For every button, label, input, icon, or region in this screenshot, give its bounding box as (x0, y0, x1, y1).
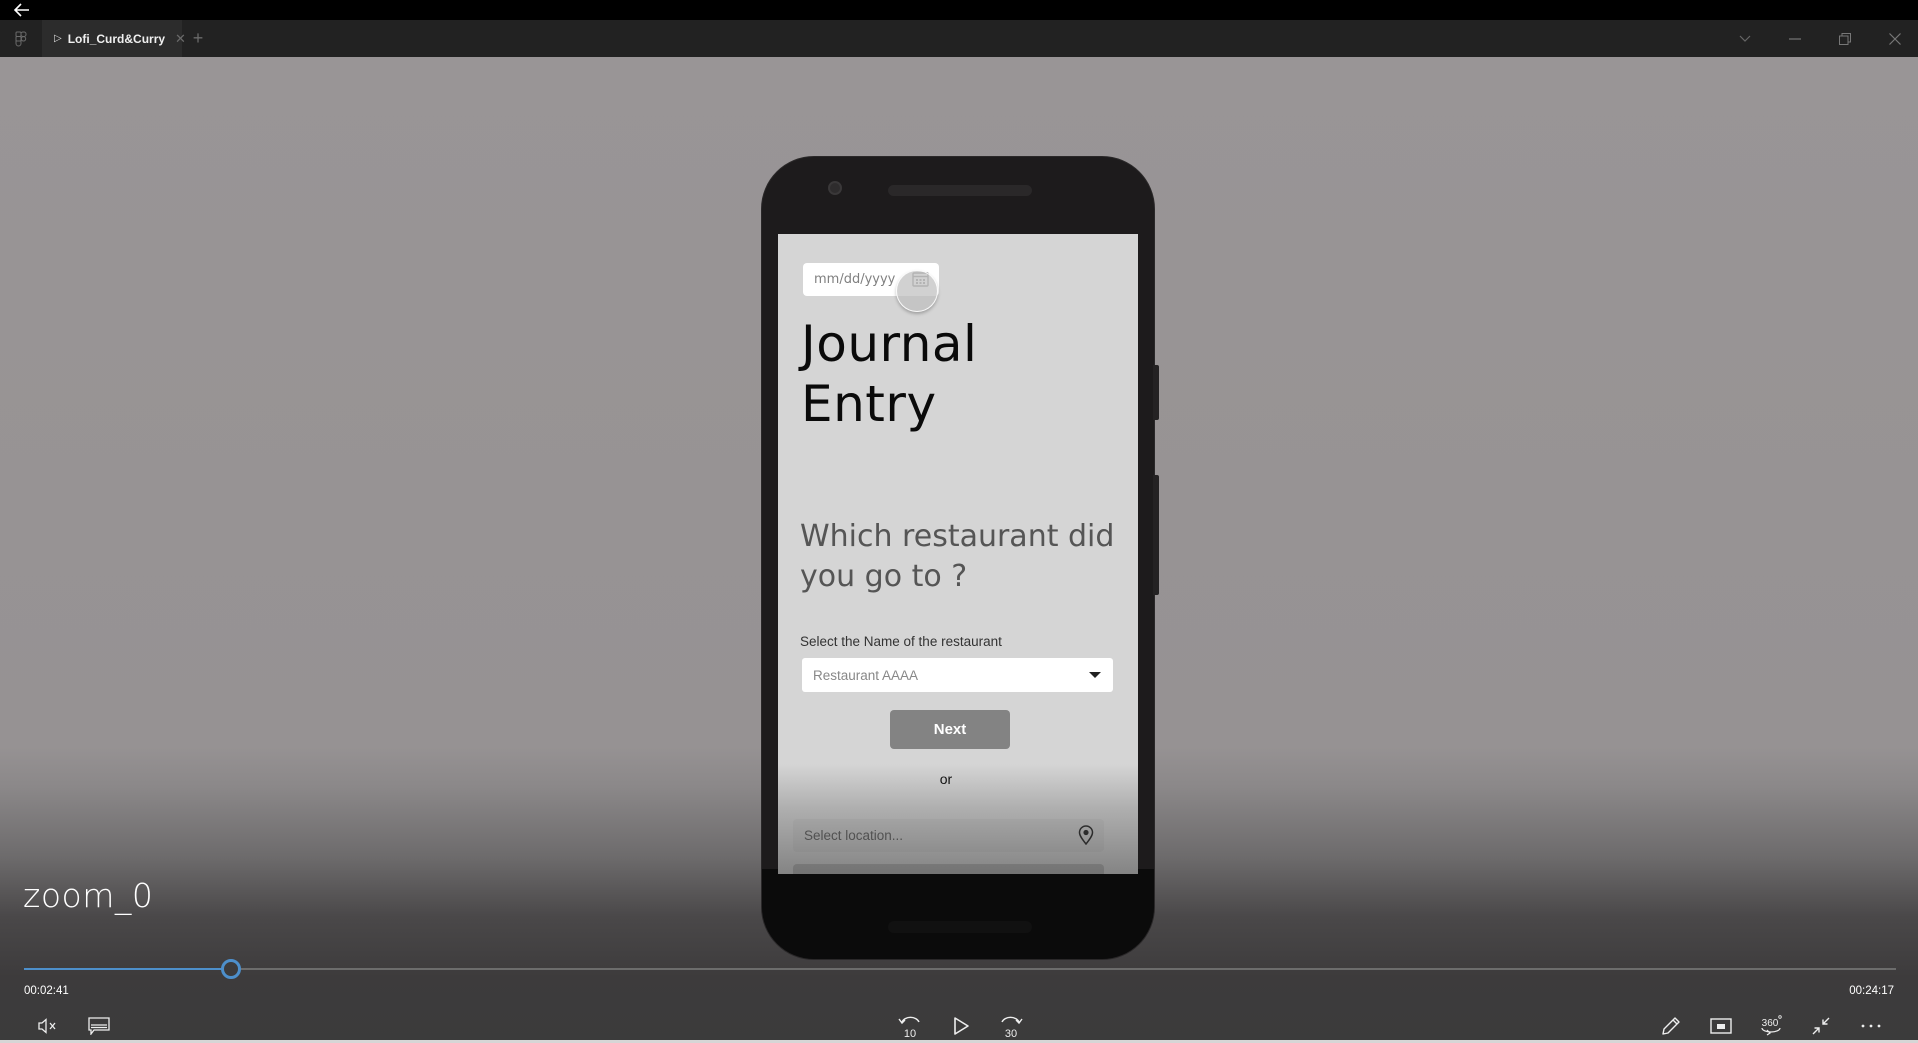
more-icon (1861, 1024, 1881, 1028)
play-prototype-icon: ▷ (54, 33, 62, 44)
captions-icon (88, 1017, 110, 1035)
question-heading: Which restaurant did you go to ? (800, 519, 1115, 594)
tab-bar: ▷ Lofi_Curd&Curry ✕ + (0, 20, 1918, 57)
view-360-button[interactable]: 360 (1756, 1011, 1786, 1041)
miniplayer-icon (1710, 1018, 1732, 1034)
touch-indicator (896, 270, 938, 312)
forward-30-icon: 30 (1001, 1016, 1023, 1039)
title-bar (0, 0, 1918, 20)
minimize-icon (1789, 37, 1801, 40)
volume-muted-icon (38, 1018, 56, 1034)
tabs-dropdown-button[interactable] (1725, 20, 1765, 57)
captions-button[interactable] (84, 1011, 114, 1041)
restaurant-select[interactable]: Restaurant AAAA (802, 658, 1113, 692)
exit-fullscreen-icon (1812, 1017, 1830, 1035)
svg-text:30: 30 (1005, 1028, 1017, 1039)
play-button[interactable] (946, 1011, 976, 1041)
seek-bar-thumb[interactable] (220, 959, 241, 979)
pen-button[interactable] (1656, 1011, 1686, 1041)
restaurant-select-value: Restaurant AAAA (813, 667, 919, 683)
pen-icon (1662, 1017, 1680, 1035)
view-360-icon: 360 (1761, 1015, 1782, 1036)
restore-icon (1839, 32, 1851, 45)
video-stage: mm/dd/yyyy Journal Entry Which restauran… (0, 57, 1918, 1043)
new-tab-button[interactable]: + (188, 20, 208, 57)
restore-button[interactable] (1825, 20, 1865, 57)
location-pin-icon (1078, 825, 1094, 845)
media-player-window: ▷ Lofi_Curd&Curry ✕ + mm/dd/yyyy Journal… (0, 0, 1918, 1043)
figma-logo-icon (15, 31, 27, 46)
figma-menu-button[interactable] (0, 20, 42, 57)
next-field-partial (793, 864, 1104, 874)
mute-button[interactable] (33, 1011, 63, 1041)
phone-chin (762, 869, 1154, 959)
svg-text:10: 10 (904, 1028, 916, 1039)
prototype-screen: mm/dd/yyyy Journal Entry Which restauran… (778, 234, 1138, 874)
next-button[interactable]: Next (890, 710, 1010, 749)
date-placeholder: mm/dd/yyyy (814, 272, 896, 287)
back-button[interactable] (13, 3, 34, 19)
restaurant-select-label: Select the Name of the restaurant (800, 634, 1002, 649)
minimize-button[interactable] (1775, 20, 1815, 57)
tab-lofi-curd-curry[interactable]: ▷ Lofi_Curd&Curry ✕ (42, 20, 186, 57)
rewind-10-icon: 10 (898, 1016, 920, 1039)
title-line-1: Journal (801, 315, 978, 373)
seek-bar[interactable] (24, 959, 1896, 979)
forward-30-button[interactable]: 30 (996, 1011, 1026, 1041)
title-line-2: Entry (801, 375, 937, 433)
video-title: zoom_0 (23, 876, 154, 915)
phone-speaker (888, 185, 1032, 196)
caret-down-icon (1089, 672, 1101, 678)
total-time: 00:24:17 (1849, 985, 1894, 997)
arrow-left-icon (13, 3, 29, 17)
close-window-button[interactable] (1875, 20, 1915, 57)
phone-volume-button (1153, 475, 1159, 595)
tab-title: Lofi_Curd&Curry (67, 31, 166, 46)
close-icon (1889, 32, 1901, 45)
more-options-button[interactable] (1856, 1011, 1886, 1041)
page-title: Journal Entry (801, 314, 977, 434)
phone-bottom-speaker (888, 921, 1032, 933)
location-placeholder: Select location... (804, 828, 904, 843)
miniplayer-button[interactable] (1706, 1011, 1736, 1041)
phone-mockup: mm/dd/yyyy Journal Entry Which restauran… (762, 157, 1159, 959)
tab-close-icon[interactable]: ✕ (175, 31, 186, 47)
exit-fullscreen-button[interactable] (1806, 1011, 1836, 1041)
current-time: 00:02:41 (24, 985, 69, 997)
or-separator: or (939, 771, 953, 787)
seek-bar-progress (24, 968, 231, 970)
play-icon (954, 1017, 969, 1035)
rewind-10-button[interactable]: 10 (895, 1011, 925, 1041)
svg-text:360: 360 (1762, 1018, 1779, 1029)
chevron-down-icon (1739, 35, 1751, 42)
location-input[interactable]: Select location... (793, 819, 1104, 852)
phone-camera (828, 181, 842, 195)
phone-side-button (1153, 365, 1159, 420)
